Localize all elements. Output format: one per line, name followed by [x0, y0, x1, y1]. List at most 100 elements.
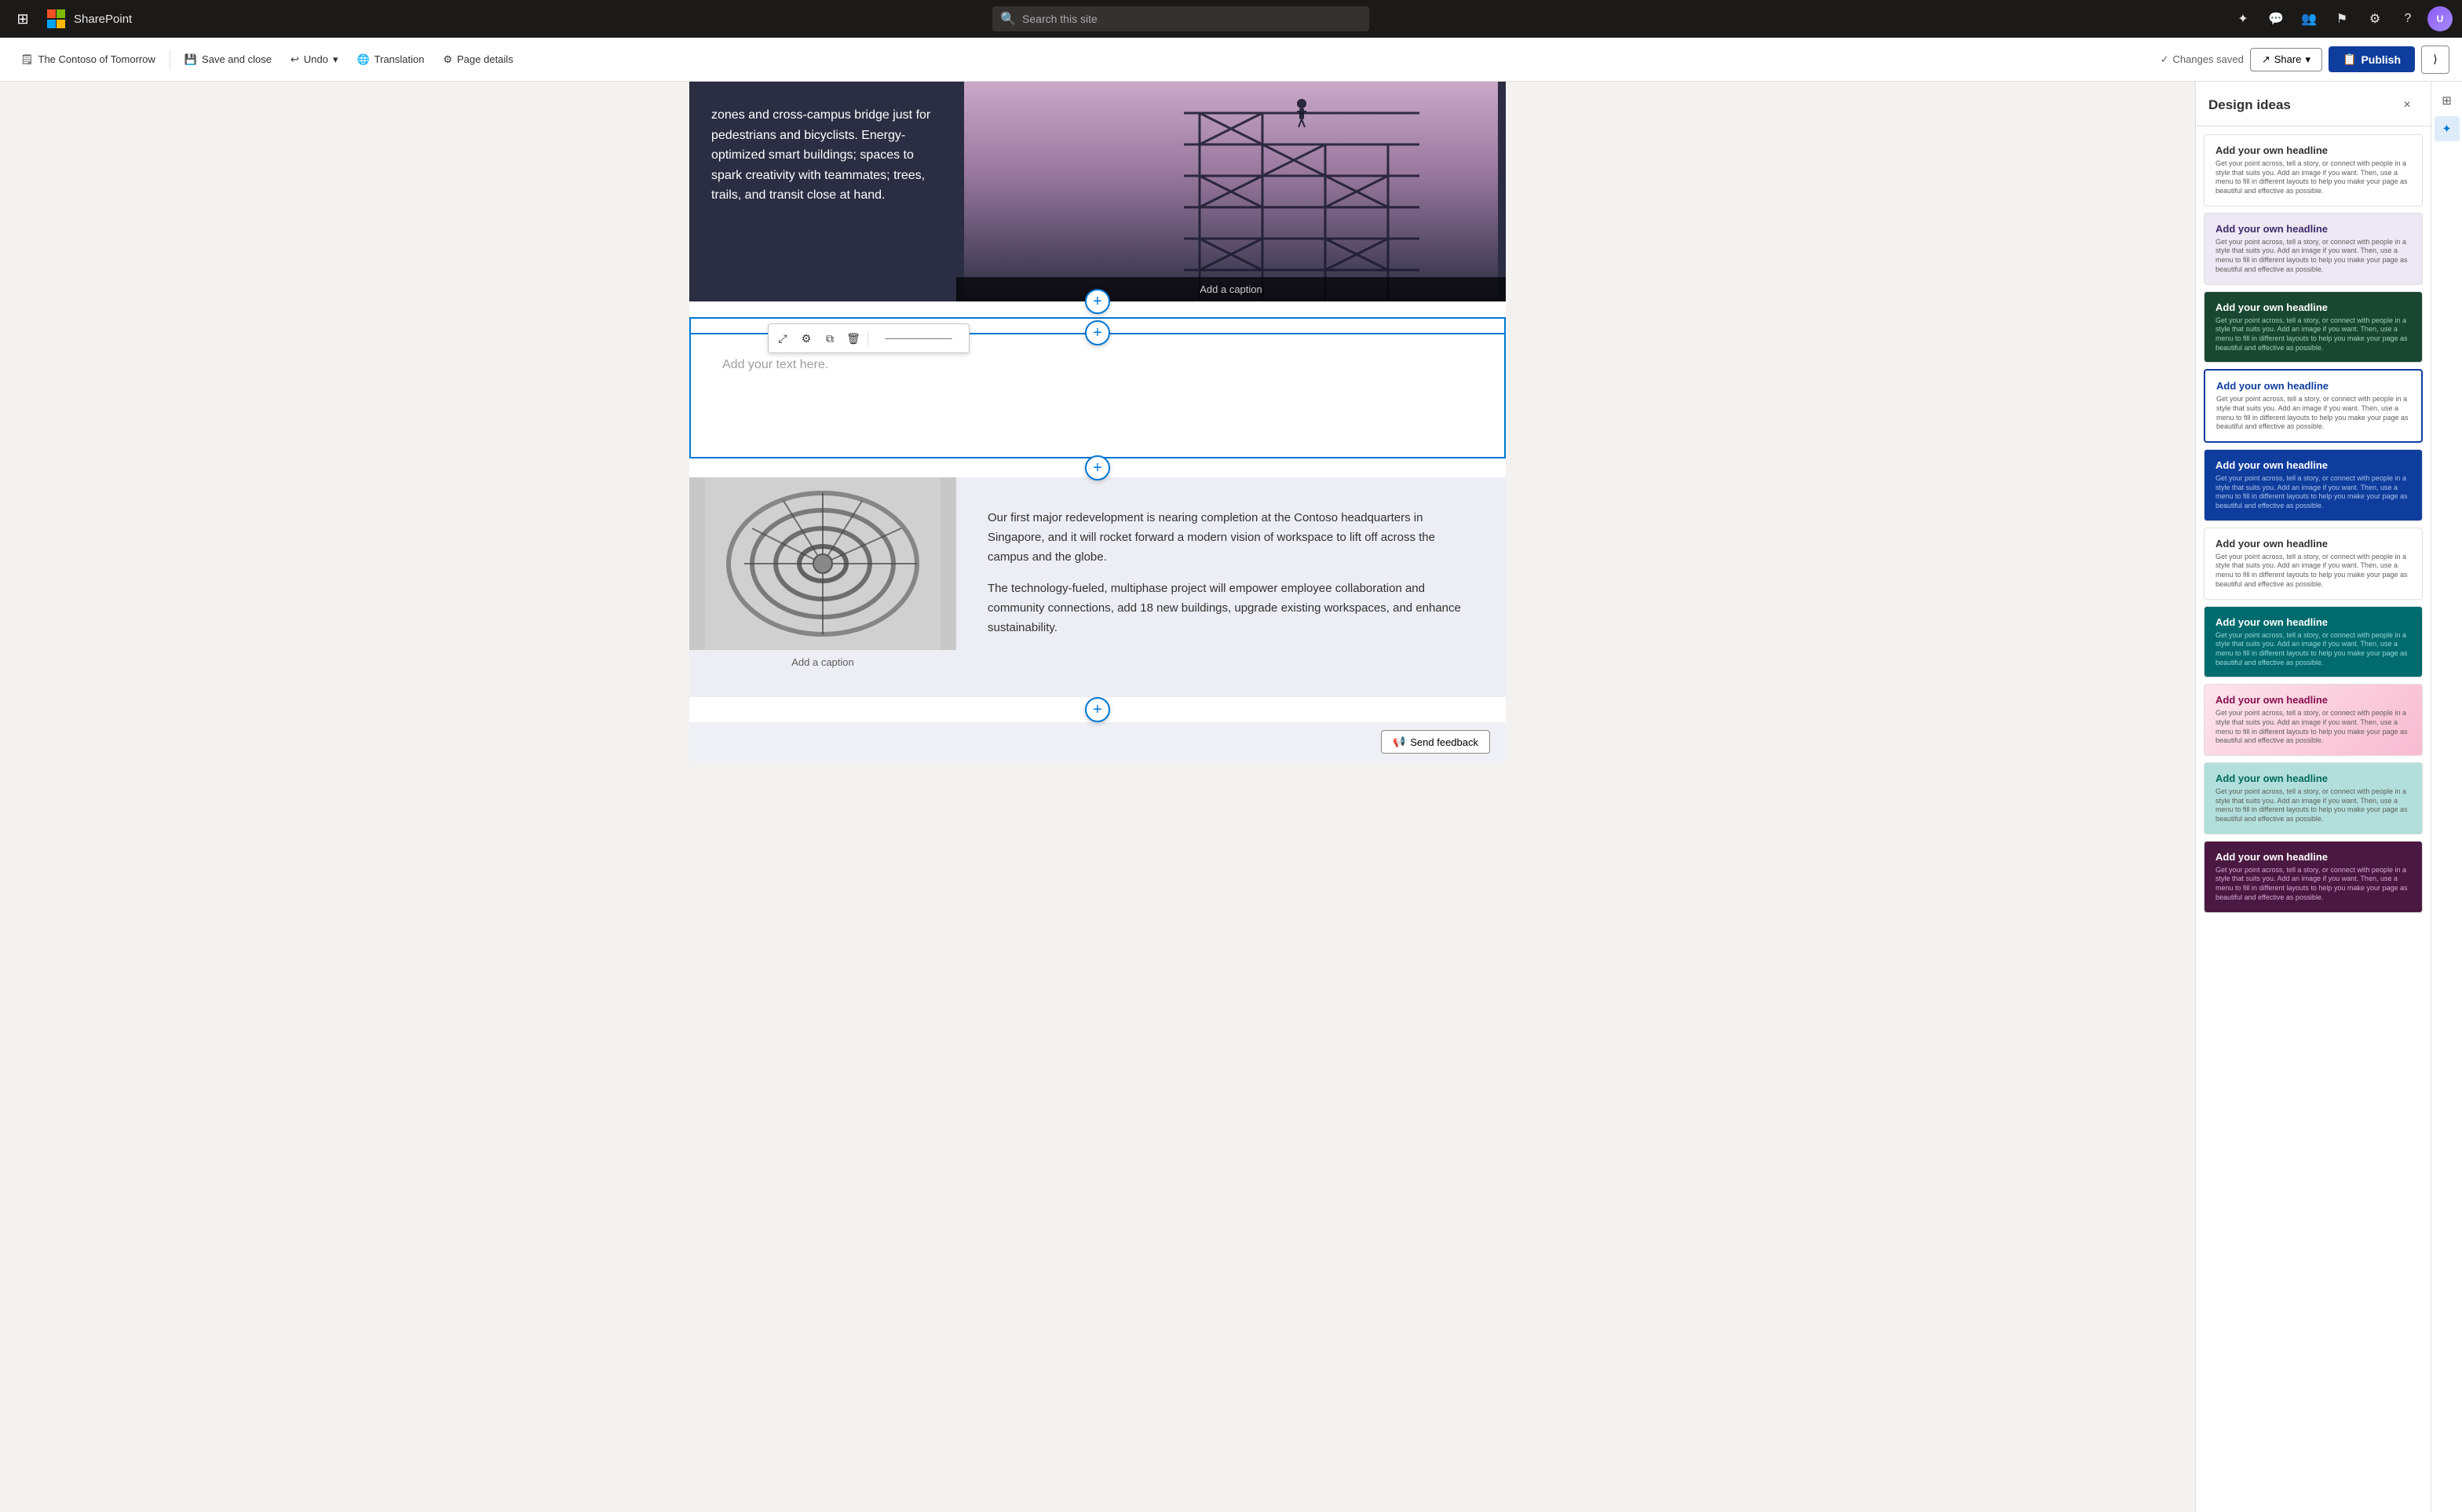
design-idea-card[interactable]: Add your own headline Get your point acro… — [2204, 528, 2423, 600]
page-toolbar: 🗒 The Contoso of Tomorrow 💾 Save and clo… — [0, 38, 2462, 82]
microsoft-logo — [47, 9, 66, 28]
idea-card-title: Add your own headline — [2215, 772, 2411, 784]
translation-button[interactable]: 🌐 Translation — [349, 49, 432, 71]
collapse-button[interactable]: ⟩ — [2421, 46, 2449, 74]
add-section-button-2[interactable]: + — [1085, 455, 1110, 480]
section-properties-button[interactable]: ⚙ — [795, 327, 817, 349]
design-ideas-panel: Design ideas × Add your own headline Get … — [2195, 82, 2431, 1512]
column-layout-button[interactable]: ────────── — [871, 327, 966, 349]
delete-section-button[interactable]: 🗑 — [842, 327, 864, 349]
add-webpart-button[interactable]: + — [1085, 320, 1110, 345]
search-icon: 🔍 — [1000, 11, 1016, 27]
save-and-close-button[interactable]: 💾 Save and close — [177, 49, 279, 71]
waffle-menu-button[interactable]: ⊞ — [9, 5, 36, 32]
settings-icon-button[interactable]: ⚙ — [2362, 5, 2388, 32]
search-input[interactable] — [1022, 13, 1361, 25]
add-section-spacer-2: + — [689, 458, 1506, 477]
publish-icon: 📋 — [2343, 53, 2356, 66]
edge-design-ideas-button[interactable]: ✦ — [2435, 116, 2460, 141]
share-dropdown-icon: ▾ — [2305, 53, 2310, 66]
main-layout: zones and cross-campus bridge just for p… — [0, 82, 2462, 1512]
design-idea-card[interactable]: Add your own headline Get your point acro… — [2204, 841, 2423, 913]
undo-button[interactable]: ↩ Undo ▾ — [283, 49, 346, 71]
design-panel-title: Design ideas — [2208, 97, 2291, 113]
add-section-button-bottom[interactable]: + — [1085, 697, 1110, 722]
share-button[interactable]: ↗ Share ▾ — [2250, 48, 2322, 71]
idea-card-title: Add your own headline — [2216, 380, 2410, 392]
help-icon-button[interactable]: ? — [2394, 5, 2421, 32]
idea-card-title: Add your own headline — [2215, 301, 2411, 313]
bottom-section: Add a caption Our first major redevelopm… — [689, 477, 1506, 697]
design-idea-card[interactable]: Add your own headline Get your point acro… — [2204, 291, 2423, 363]
translation-icon: 🌐 — [356, 53, 369, 66]
idea-card-body: Get your point across, tell a story, or … — [2215, 238, 2411, 275]
send-feedback-button[interactable]: 📢 Send feedback — [1381, 730, 1490, 754]
page-indicator-icon: 🗒 — [20, 53, 34, 66]
idea-card-title: Add your own headline — [2215, 851, 2411, 863]
design-idea-card[interactable]: Add your own headline Get your point acro… — [2204, 213, 2423, 285]
undo-icon: ↩ — [290, 53, 299, 66]
edge-panels-button[interactable]: ⊞ — [2435, 88, 2460, 113]
content-area[interactable]: zones and cross-campus bridge just for p… — [0, 82, 2195, 1512]
send-feedback-bar: 📢 Send feedback — [689, 722, 1506, 761]
hero-image-caption[interactable]: Add a caption — [956, 277, 1506, 301]
undo-dropdown-icon: ▾ — [333, 53, 338, 66]
page-content: zones and cross-campus bridge just for p… — [689, 82, 1506, 761]
spiral-image — [689, 477, 956, 650]
idea-card-title: Add your own headline — [2215, 459, 2411, 471]
design-idea-card[interactable]: Add your own headline Get your point acro… — [2204, 369, 2423, 443]
page-details-icon: ⚙ — [443, 53, 452, 66]
design-idea-card[interactable]: Add your own headlineGet your point acro… — [2204, 134, 2423, 206]
idea-card-title: Add your own headline — [2215, 538, 2411, 550]
idea-card-body: Get your point across, tell a story, or … — [2215, 474, 2411, 511]
bottom-para-2: The technology-fueled, multiphase projec… — [988, 579, 1474, 637]
bottom-para-1: Our first major redevelopment is nearing… — [988, 509, 1474, 567]
idea-card-body: Get your point across, tell a story, or … — [2216, 395, 2410, 432]
breadcrumb-label: The Contoso of Tomorrow — [38, 53, 155, 65]
add-section-spacer-bottom: + — [689, 697, 1506, 722]
bottom-text-area: Our first major redevelopment is nearing… — [956, 477, 1506, 697]
idea-card-title: Add your own headline — [2215, 694, 2411, 706]
chat-icon-button[interactable]: 💬 — [2263, 5, 2289, 32]
hero-image-area: Add a caption — [956, 82, 1506, 301]
text-webpart-section: ⤢ ⚙ ⧉ 🗑 ────────── + Add your text here. — [689, 317, 1506, 458]
design-panel-close-button[interactable]: × — [2396, 94, 2418, 116]
share-icon: ↗ — [2262, 53, 2270, 66]
design-idea-card[interactable]: Add your own headline Get your point acro… — [2204, 684, 2423, 756]
design-panel-list[interactable]: Add your own headline Get your point acro… — [2196, 126, 2431, 1512]
design-idea-card[interactable]: Add your own headline Get your point acro… — [2204, 449, 2423, 521]
hero-body-text: zones and cross-campus bridge just for p… — [711, 108, 930, 202]
breadcrumb-button[interactable]: 🗒 The Contoso of Tomorrow — [13, 49, 163, 71]
idea-card-title: Add your own headline — [2215, 616, 2411, 628]
page-details-button[interactable]: ⚙ Page details — [435, 49, 521, 71]
idea-card-body: Get your point across, tell a story, or … — [2215, 631, 2411, 668]
checkmark-icon: ✓ — [2161, 53, 2169, 66]
idea-card-body: Get your point across, tell a story, or … — [2215, 709, 2411, 746]
duplicate-section-button[interactable]: ⧉ — [819, 327, 841, 349]
search-bar[interactable]: 🔍 — [992, 6, 1369, 31]
publish-button[interactable]: 📋 Publish — [2329, 46, 2415, 72]
move-section-button[interactable]: ⤢ — [772, 327, 794, 349]
idea-card-body: Get your point across, tell a story, or … — [2215, 316, 2411, 353]
user-avatar[interactable]: U — [2427, 6, 2453, 31]
collapse-icon: ⟩ — [2433, 53, 2437, 66]
idea-card-body: Get your point across, tell a story, or … — [2215, 787, 2411, 824]
feedback-icon: 📢 — [1393, 736, 1405, 748]
add-section-button-1[interactable]: + — [1085, 289, 1110, 314]
toolbar-right-group: ✓ Changes saved ↗ Share ▾ 📋 Publish ⟩ — [2161, 46, 2449, 74]
design-panel-header: Design ideas × — [2196, 82, 2431, 126]
section-toolbar: ⤢ ⚙ ⧉ 🗑 ────────── — [768, 323, 970, 353]
bottom-image-caption[interactable]: Add a caption — [689, 650, 956, 674]
changes-saved-indicator: ✓ Changes saved — [2161, 53, 2244, 66]
flag-icon-button[interactable]: ⚑ — [2329, 5, 2355, 32]
copilot-icon-button[interactable]: ✦ — [2230, 5, 2256, 32]
design-idea-card[interactable]: Add your own headline Get your point acro… — [2204, 606, 2423, 678]
idea-card-body: Get your point across, tell a story, or … — [2215, 553, 2411, 590]
hero-text-block: zones and cross-campus bridge just for p… — [689, 82, 956, 301]
people-icon-button[interactable]: 👥 — [2296, 5, 2322, 32]
idea-card-body: Get your point across, tell a story, or … — [2215, 866, 2411, 903]
save-icon: 💾 — [184, 53, 197, 66]
design-idea-card[interactable]: Add your own headline Get your point acro… — [2204, 762, 2423, 835]
top-navbar: ⊞ SharePoint 🔍 ✦ 💬 👥 ⚑ ⚙ ? U — [0, 0, 2462, 38]
idea-card-title: Add your own headline — [2215, 223, 2411, 235]
